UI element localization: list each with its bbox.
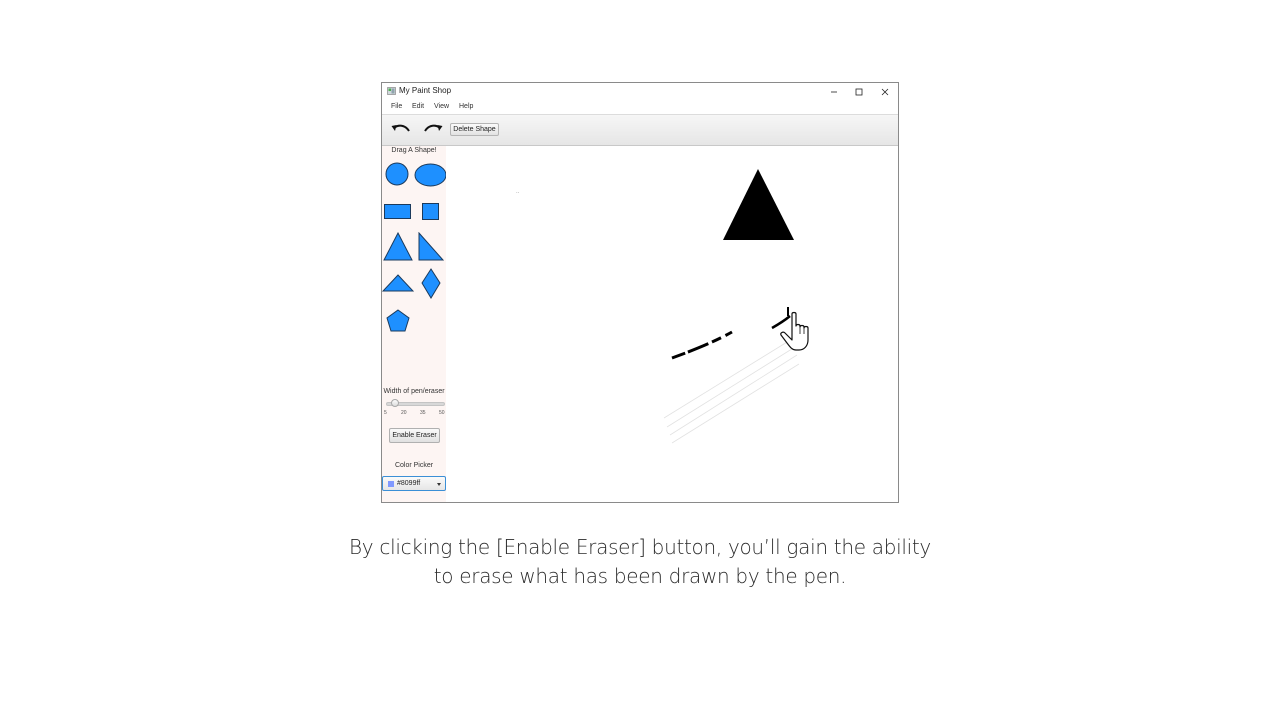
drawing-canvas[interactable]: .. [446, 146, 898, 502]
circle-shape[interactable] [385, 162, 409, 186]
minimize-icon [831, 91, 837, 92]
toolbar: Delete Shape [382, 115, 898, 146]
hand-cursor-icon [780, 311, 809, 351]
menu-file[interactable]: File [391, 103, 402, 110]
menu-help[interactable]: Help [459, 103, 473, 110]
pentagon-shape[interactable] [386, 309, 410, 333]
close-icon [881, 88, 889, 95]
window-title: My Paint Shop [399, 86, 452, 95]
maximize-button[interactable] [846, 84, 872, 99]
color-picker[interactable]: #8099ff [382, 476, 446, 491]
slider-tick: 35 [420, 410, 426, 416]
dropdown-arrow-icon [437, 483, 441, 486]
diamond-shape[interactable] [421, 268, 441, 299]
slider-tick: 5 [384, 410, 387, 416]
menu-edit[interactable]: Edit [412, 103, 424, 110]
delete-shape-button[interactable]: Delete Shape [450, 123, 499, 136]
color-swatch [388, 481, 394, 487]
color-picker-label: Color Picker [394, 462, 434, 469]
pen-stroke [671, 330, 733, 360]
minimize-button[interactable] [821, 84, 847, 99]
undo-icon[interactable] [390, 123, 412, 137]
shape-sidebar: Drag A Shape! Width of pen/eraser 5 20 3… [382, 146, 447, 502]
enable-eraser-button[interactable]: Enable Eraser [389, 428, 440, 443]
slider-thumb[interactable] [391, 399, 399, 407]
app-icon [387, 87, 396, 95]
app-window: My Paint Shop File Edit View Help Delete… [381, 82, 899, 503]
caption-line-1: By clicking the [Enable Eraser] button, … [349, 535, 931, 559]
pen-width-label: Width of pen/eraser [383, 388, 445, 395]
ellipse-shape[interactable] [414, 163, 447, 187]
menu-view[interactable]: View [434, 103, 449, 110]
triangle-shape[interactable] [383, 232, 413, 262]
pen-stroke [771, 315, 791, 330]
wide-triangle-shape[interactable] [382, 274, 414, 293]
right-triangle-shape[interactable] [418, 232, 444, 262]
close-button[interactable] [872, 84, 898, 99]
menu-bar: File Edit View Help [382, 100, 898, 115]
slider-tick: 20 [401, 410, 407, 416]
title-bar[interactable]: My Paint Shop [382, 83, 898, 100]
caption-line-2: to erase what has been drawn by the pen. [433, 564, 847, 588]
canvas-drawing [663, 169, 809, 444]
sidebar-title: Drag A Shape! [391, 147, 437, 154]
tutorial-caption: By clicking the [Enable Eraser] button, … [340, 533, 940, 591]
maximize-icon [855, 88, 863, 95]
color-value: #8099ff [397, 480, 421, 487]
redo-icon[interactable] [422, 123, 444, 137]
slider-tick: 50 [439, 410, 445, 416]
drawn-triangle[interactable] [723, 169, 794, 240]
rectangle-shape[interactable] [384, 203, 412, 221]
square-shape[interactable] [421, 202, 441, 221]
